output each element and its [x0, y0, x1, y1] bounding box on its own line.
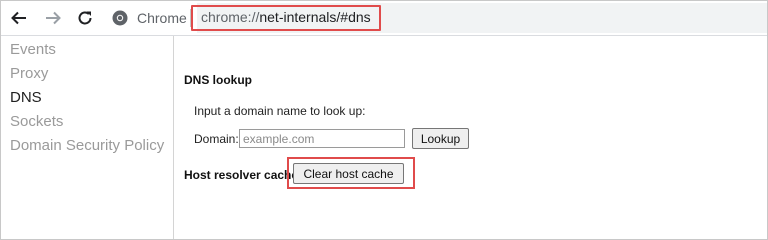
chrome-site-icon — [112, 10, 128, 26]
domain-input[interactable] — [239, 129, 405, 148]
clear-host-cache-button[interactable]: Clear host cache — [293, 163, 404, 184]
sidebar-item-events[interactable]: Events — [10, 41, 56, 58]
url-scheme: chrome:// — [201, 9, 260, 25]
url-text[interactable]: chrome://net-internals/#dns — [201, 9, 371, 25]
lookup-instruction: Input a domain name to look up: — [194, 104, 366, 118]
reload-icon[interactable] — [74, 7, 96, 29]
main-content: DNS lookup Input a domain name to look u… — [174, 36, 766, 239]
back-arrow-icon[interactable] — [8, 7, 30, 29]
forward-arrow-icon[interactable] — [42, 7, 64, 29]
dns-lookup-title: DNS lookup — [184, 73, 252, 87]
browser-toolbar: Chrome chrome://net-internals/#dns — [1, 1, 767, 36]
domain-label: Domain: — [194, 132, 239, 146]
host-resolver-cache-label: Host resolver cache — [184, 168, 299, 182]
url-path: net-internals/#dns — [259, 9, 371, 25]
sidebar-item-domain-security-policy[interactable]: Domain Security Policy — [10, 137, 164, 154]
sidebar-item-proxy[interactable]: Proxy — [10, 65, 48, 82]
sidebar: Events Proxy DNS Sockets Domain Security… — [1, 36, 174, 239]
lookup-button[interactable]: Lookup — [412, 128, 469, 149]
site-name-label: Chrome — [137, 10, 187, 26]
sidebar-item-sockets[interactable]: Sockets — [10, 113, 63, 130]
sidebar-item-dns[interactable]: DNS — [10, 89, 42, 106]
